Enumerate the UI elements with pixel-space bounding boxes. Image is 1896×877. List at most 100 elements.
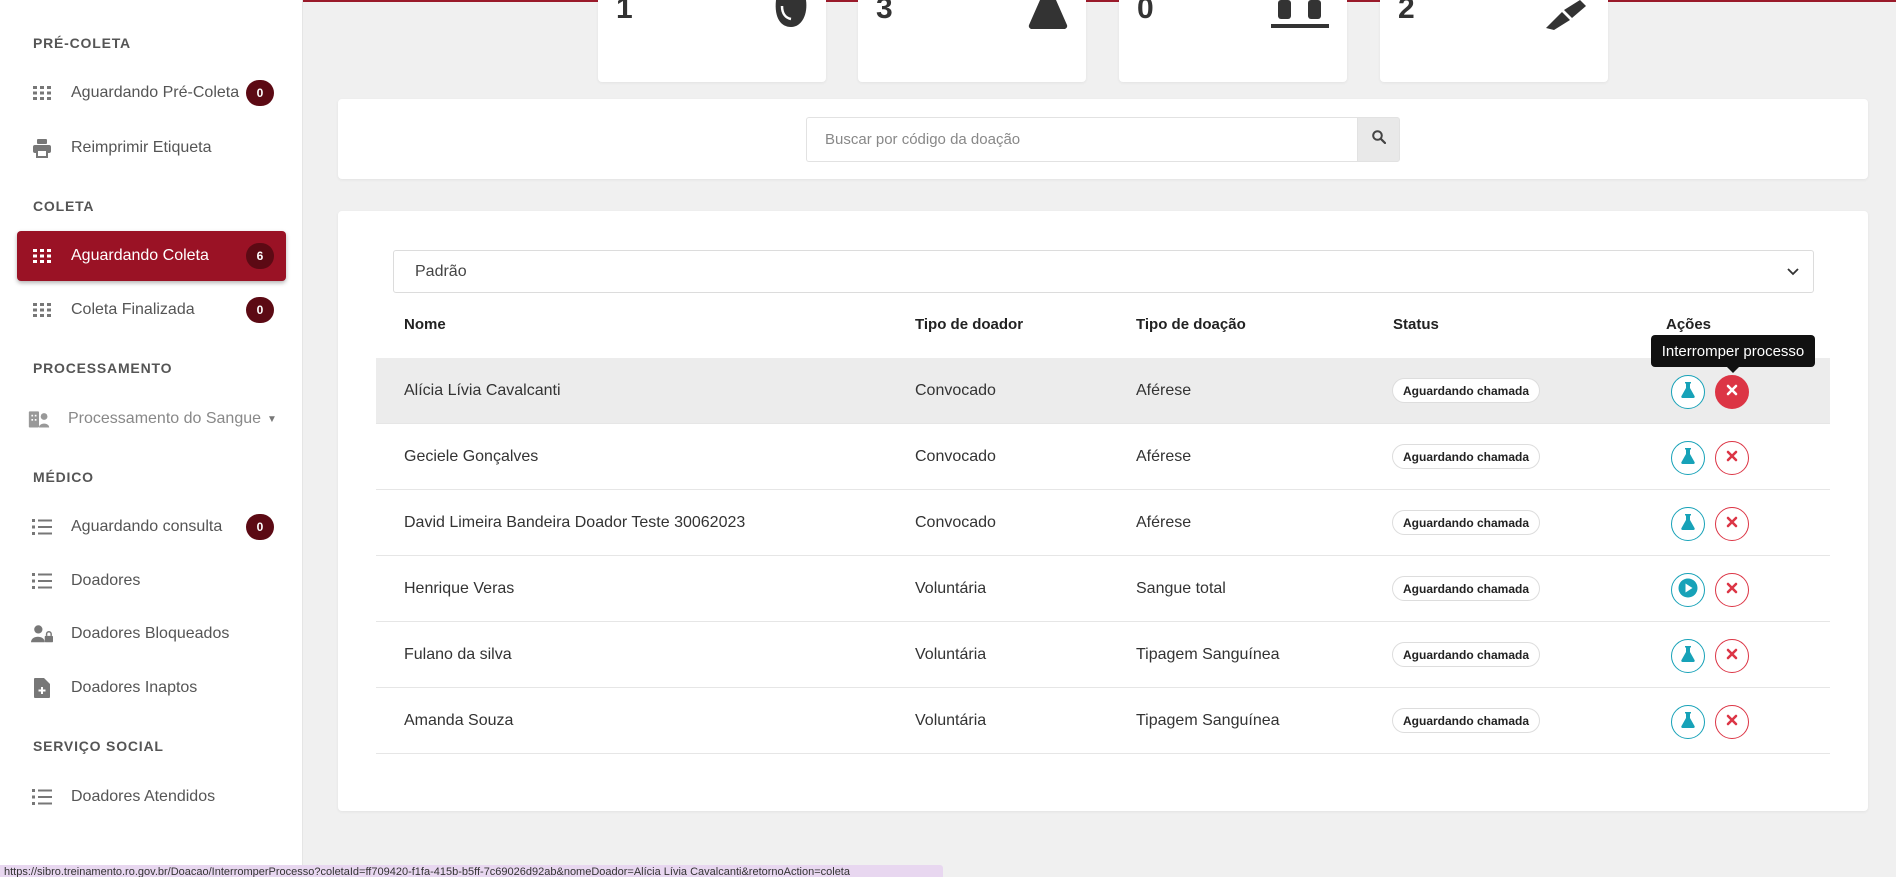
count-badge: 0 [246, 297, 274, 323]
close-icon [1726, 581, 1738, 599]
start-button[interactable] [1671, 573, 1705, 607]
sidebar-item-label: Reimprimir Etiqueta [71, 139, 212, 156]
table-row: David Limeira Bandeira Doador Teste 3006… [376, 490, 1830, 556]
table-row: Henrique Veras Voluntária Sangue total A… [376, 556, 1830, 622]
user-lock-icon [31, 623, 53, 645]
interrupt-process-button[interactable] [1715, 573, 1749, 607]
sidebar-item-aguardando-pre-coleta[interactable]: Aguardando Pré-Coleta 0 [17, 68, 286, 118]
blood-drop-icon [774, 0, 808, 33]
cell-tipo-doacao: Aférese [1136, 382, 1192, 399]
close-icon [1726, 383, 1738, 401]
filter-select-value: Padrão [415, 262, 467, 280]
status-badge: Aguardando chamada [1392, 708, 1541, 733]
column-header-acoes: Ações [1666, 316, 1712, 333]
start-collection-button[interactable] [1671, 705, 1705, 739]
column-header-tipo-doador[interactable]: Tipo de doador [915, 316, 1023, 333]
close-icon [1726, 647, 1738, 665]
start-collection-button[interactable] [1671, 441, 1705, 475]
grid-icon [31, 299, 53, 321]
interrupt-process-button[interactable] [1715, 375, 1749, 409]
cell-tipo-doacao: Aférese [1136, 514, 1192, 531]
interrupt-process-button[interactable] [1715, 705, 1749, 739]
interrupt-process-button[interactable] [1715, 441, 1749, 475]
sidebar-item-label: Doadores Atendidos [71, 788, 216, 805]
sidebar-item-label: Aguardando Pré-Coleta [71, 84, 240, 101]
cell-nome: Henrique Veras [404, 580, 515, 597]
section-medico: MÉDICO [33, 469, 94, 485]
search-button[interactable] [1357, 117, 1400, 162]
hospital-user-icon [28, 408, 50, 430]
status-badge: Aguardando chamada [1392, 444, 1541, 469]
sidebar-item-processamento-sangue[interactable]: Processamento do Sangue ▼ [14, 394, 283, 444]
status-badge: Aguardando chamada [1392, 576, 1541, 601]
column-header-status[interactable]: Status [1393, 316, 1439, 333]
file-medical-icon [31, 677, 53, 699]
search-group [806, 117, 1400, 162]
stat-card-blood: 1 [598, 0, 826, 82]
sidebar-item-label: Coleta Finalizada [71, 301, 195, 318]
table-row: Amanda Souza Voluntária Tipagem Sanguíne… [376, 688, 1830, 754]
grid-icon [31, 245, 53, 267]
cell-tipo-doador: Voluntária [915, 712, 987, 729]
cell-nome: Geciele Gonçalves [404, 448, 539, 465]
cell-tipo-doacao: Tipagem Sanguínea [1136, 712, 1280, 729]
sidebar-item-coleta-finalizada[interactable]: Coleta Finalizada 0 [17, 285, 286, 335]
count-badge: 0 [246, 514, 274, 540]
cell-tipo-doacao: Tipagem Sanguínea [1136, 646, 1280, 663]
close-icon [1726, 449, 1738, 467]
interrupt-process-button[interactable] [1715, 639, 1749, 673]
cell-tipo-doador: Convocado [915, 382, 996, 399]
sidebar-item-label: Processamento do Sangue [68, 410, 262, 427]
cell-nome: Fulano da silva [404, 646, 512, 663]
start-collection-button[interactable] [1671, 639, 1705, 673]
sidebar-item-aguardando-consulta[interactable]: Aguardando consulta 0 [17, 502, 286, 552]
cell-tipo-doador: Voluntária [915, 646, 987, 663]
list-icon [31, 786, 53, 808]
status-badge: Aguardando chamada [1392, 510, 1541, 535]
play-icon [1678, 578, 1698, 603]
stat-value: 2 [1398, 0, 1415, 25]
cell-nome: David Limeira Bandeira Doador Teste 3006… [404, 514, 746, 531]
column-header-nome[interactable]: Nome [404, 316, 446, 333]
stat-value: 3 [876, 0, 893, 25]
list-icon [31, 570, 53, 592]
cell-tipo-doador: Convocado [915, 514, 996, 531]
chevron-down-icon [1787, 263, 1799, 281]
search-icon [1371, 130, 1386, 149]
printer-icon [31, 137, 53, 159]
stat-card-vials: 0 [1119, 0, 1347, 82]
section-coleta: COLETA [33, 198, 95, 214]
sidebar-item-doadores-atendidos[interactable]: Doadores Atendidos [17, 772, 286, 822]
close-icon [1726, 713, 1738, 731]
sidebar-item-doadores-inaptos[interactable]: Doadores Inaptos [17, 663, 286, 713]
table-row: Geciele Gonçalves Convocado Aférese Agua… [376, 424, 1830, 490]
interrupt-process-button[interactable] [1715, 507, 1749, 541]
column-header-tipo-doacao[interactable]: Tipo de doação [1136, 316, 1246, 333]
flask-icon [1681, 513, 1695, 535]
sidebar-item-reimprimir-etiqueta[interactable]: Reimprimir Etiqueta [17, 123, 286, 173]
syringe-icon [1544, 0, 1590, 35]
grid-icon [31, 82, 53, 104]
start-collection-button[interactable] [1671, 375, 1705, 409]
cell-nome: Alícia Lívia Cavalcanti [404, 382, 561, 399]
sidebar-item-label: Aguardando Coleta [71, 247, 209, 264]
flask-icon [1681, 645, 1695, 667]
section-processamento: PROCESSAMENTO [33, 360, 173, 376]
list-icon [31, 516, 53, 538]
stat-value: 0 [1137, 0, 1154, 25]
start-collection-button[interactable] [1671, 507, 1705, 541]
status-badge: Aguardando chamada [1392, 378, 1541, 403]
filter-select[interactable]: Padrão [393, 250, 1814, 293]
count-badge: 6 [246, 243, 274, 269]
cell-nome: Amanda Souza [404, 712, 514, 729]
sidebar-item-aguardando-coleta[interactable]: Aguardando Coleta 6 [17, 231, 286, 281]
cell-tipo-doacao: Sangue total [1136, 580, 1226, 597]
flask-icon [1681, 711, 1695, 733]
sidebar-item-doadores-bloqueados[interactable]: Doadores Bloqueados [17, 609, 286, 659]
caret-down-icon: ▼ [267, 413, 277, 425]
search-input[interactable] [806, 117, 1357, 162]
table-row: Alícia Lívia Cavalcanti Convocado Aféres… [376, 358, 1830, 424]
section-servico-social: SERVIÇO SOCIAL [33, 738, 164, 754]
flask-icon [1681, 381, 1695, 403]
sidebar-item-doadores[interactable]: Doadores [17, 556, 286, 606]
